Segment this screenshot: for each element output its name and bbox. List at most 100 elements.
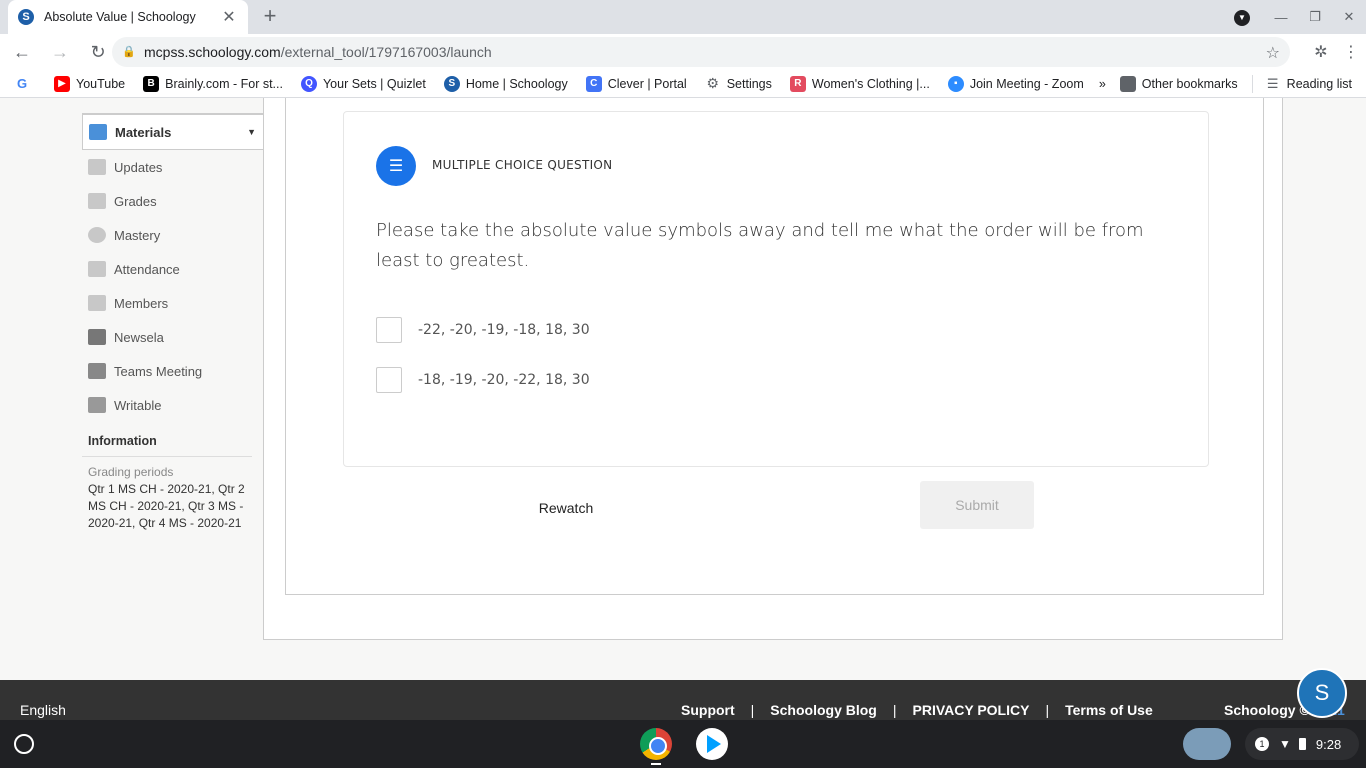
chrome-app-icon[interactable] bbox=[640, 728, 672, 760]
sidebar-item-updates[interactable]: Updates bbox=[82, 150, 264, 184]
os-shelf: 1 ▼ 9:28 bbox=[0, 720, 1366, 768]
extensions-icon[interactable]: ✲ bbox=[1306, 42, 1336, 62]
mastery-icon bbox=[88, 227, 106, 243]
schoology-chat-button[interactable]: S bbox=[1297, 668, 1347, 718]
google-icon: G bbox=[14, 75, 30, 92]
footer-link-privacy[interactable]: PRIVACY POLICY bbox=[913, 702, 1030, 718]
reading-list-icon: ☰ bbox=[1266, 76, 1279, 91]
schoology-icon: S bbox=[443, 75, 460, 92]
brainly-icon: B bbox=[143, 75, 160, 92]
notification-count: 1 bbox=[1255, 737, 1269, 751]
answer-option-2[interactable]: -18, -19, -20, -22, 18, 30 bbox=[376, 367, 590, 393]
answer-option-1[interactable]: -22, -20, -19, -18, 18, 30 bbox=[376, 317, 590, 343]
writable-icon bbox=[88, 397, 106, 413]
clock: 9:28 bbox=[1315, 736, 1342, 752]
language-selector[interactable]: English bbox=[20, 702, 66, 718]
updates-icon bbox=[88, 159, 106, 175]
sidebar-item-writable[interactable]: Writable bbox=[82, 388, 264, 422]
grading-periods-value: Qtr 1 MS CH - 2020-21, Qtr 2 MS CH - 202… bbox=[88, 482, 245, 530]
sidebar-item-teams-meeting[interactable]: Teams Meeting bbox=[82, 354, 264, 388]
double-chevron-icon: » bbox=[1098, 77, 1106, 91]
sidebar-item-grades[interactable]: Grades bbox=[82, 184, 264, 218]
close-window-button[interactable]: ✕ bbox=[1332, 9, 1366, 25]
sidebar-item-mastery[interactable]: Mastery bbox=[82, 218, 264, 252]
clothing-icon: R bbox=[789, 75, 806, 92]
battery-icon bbox=[1298, 738, 1306, 750]
bookmarks-bar: G ▶ YouTube B Brainly.com - For st... Q You… bbox=[0, 70, 1366, 98]
bookmarks-divider bbox=[1251, 75, 1253, 93]
sidebar-divider bbox=[82, 98, 264, 114]
zoom-icon: ▪ bbox=[947, 75, 964, 92]
members-icon bbox=[88, 295, 106, 311]
footer-link-terms[interactable]: Terms of Use bbox=[1065, 702, 1153, 718]
external-tool-frame: ☰ MULTIPLE CHOICE QUESTION Please take t… bbox=[285, 98, 1264, 595]
reload-button[interactable]: ↻ bbox=[82, 36, 114, 68]
grading-periods-label: Grading periods bbox=[88, 465, 174, 479]
more-bookmarks-button[interactable]: » bbox=[1099, 77, 1106, 91]
answer-checkbox-1[interactable] bbox=[376, 317, 402, 343]
minimize-button[interactable]: — bbox=[1264, 10, 1298, 25]
bookmark-settings[interactable]: ⚙ Settings bbox=[705, 75, 771, 92]
schoology-favicon-icon: S bbox=[18, 9, 34, 25]
browser-tab[interactable]: S Absolute Value | Schoology ✕ bbox=[8, 0, 248, 34]
browser-toolbar: ← → ↻ 🔒 mcpss.schoology.com/external_too… bbox=[0, 34, 1366, 70]
newsela-icon bbox=[88, 329, 106, 345]
back-button[interactable]: ← bbox=[6, 36, 38, 68]
course-sidebar: Materials ▼ Updates Grades Mastery Atten… bbox=[82, 98, 264, 532]
youtube-icon: ▶ bbox=[54, 75, 70, 92]
play-store-icon[interactable] bbox=[696, 728, 728, 760]
page-content: Materials ▼ Updates Grades Mastery Atten… bbox=[0, 98, 1366, 680]
bookmark-clever[interactable]: C Clever | Portal bbox=[585, 75, 687, 92]
url-path: /external_tool/1797167003/launch bbox=[280, 44, 492, 60]
new-tab-button[interactable]: + bbox=[258, 3, 282, 28]
content-frame: ☰ MULTIPLE CHOICE QUESTION Please take t… bbox=[263, 98, 1283, 640]
bookmark-google[interactable]: G bbox=[14, 75, 36, 92]
answer-label-1: -22, -20, -19, -18, 18, 30 bbox=[418, 322, 590, 338]
address-bar[interactable]: 🔒 mcpss.schoology.com/external_tool/1797… bbox=[112, 37, 1290, 67]
question-text: Please take the absolute value symbols a… bbox=[376, 220, 1144, 271]
rewatch-button[interactable]: Rewatch bbox=[516, 490, 616, 526]
caret-down-icon[interactable]: ▼ bbox=[247, 127, 256, 137]
status-tray[interactable]: 1 ▼ 9:28 bbox=[1245, 728, 1359, 760]
sidebar-item-newsela[interactable]: Newsela bbox=[82, 320, 264, 354]
reading-list-button[interactable]: ☰ Reading list bbox=[1265, 76, 1352, 92]
materials-icon bbox=[89, 124, 107, 140]
footer-link-blog[interactable]: Schoology Blog bbox=[770, 702, 877, 718]
window-controls: ▼ — ❐ ✕ bbox=[1230, 0, 1366, 34]
bookmark-schoology[interactable]: S Home | Schoology bbox=[443, 75, 568, 92]
answer-checkbox-2[interactable] bbox=[376, 367, 402, 393]
bookmark-brainly[interactable]: B Brainly.com - For st... bbox=[143, 75, 283, 92]
menu-kebab-icon[interactable]: ⋮ bbox=[1336, 42, 1366, 62]
sidebar-item-materials[interactable]: Materials ▼ bbox=[82, 114, 264, 150]
folder-icon bbox=[1119, 76, 1136, 92]
bookmark-zoom[interactable]: ▪ Join Meeting - Zoom bbox=[947, 75, 1084, 92]
sidebar-item-members[interactable]: Members bbox=[82, 286, 264, 320]
footer-separator: | bbox=[750, 702, 755, 718]
tab-title: Absolute Value | Schoology bbox=[44, 10, 196, 24]
running-indicator bbox=[651, 763, 661, 765]
forward-button[interactable]: → bbox=[44, 36, 76, 68]
restore-button[interactable]: ❐ bbox=[1298, 9, 1332, 25]
close-tab-icon[interactable]: ✕ bbox=[220, 7, 238, 27]
gear-icon: ⚙ bbox=[706, 75, 719, 91]
bookmark-youtube[interactable]: ▶ YouTube bbox=[54, 75, 125, 92]
clever-icon: C bbox=[585, 75, 602, 92]
chevron-down-icon: ▼ bbox=[1234, 9, 1250, 26]
footer-link-support[interactable]: Support bbox=[681, 702, 735, 718]
launcher-icon[interactable] bbox=[14, 734, 34, 754]
submit-button[interactable]: Submit bbox=[920, 481, 1034, 529]
sidebar-item-attendance[interactable]: Attendance bbox=[82, 252, 264, 286]
information-heading: Information bbox=[82, 434, 252, 457]
bookmark-quizlet[interactable]: Q Your Sets | Quizlet bbox=[300, 75, 426, 92]
footer-links: Support | Schoology Blog | PRIVACY POLIC… bbox=[681, 702, 1153, 718]
lock-icon[interactable]: 🔒 bbox=[122, 45, 136, 59]
attendance-icon bbox=[88, 261, 106, 277]
bookmark-other[interactable]: Other bookmarks bbox=[1119, 76, 1238, 92]
bookmark-star-icon[interactable]: ☆ bbox=[1266, 43, 1280, 63]
holding-space-thumbnail[interactable] bbox=[1183, 728, 1231, 760]
bookmark-clothing[interactable]: R Women's Clothing |... bbox=[789, 75, 930, 92]
quizlet-icon: Q bbox=[300, 75, 317, 92]
answer-label-2: -18, -19, -20, -22, 18, 30 bbox=[418, 372, 590, 388]
tab-search-button[interactable]: ▼ bbox=[1230, 8, 1264, 26]
footer-separator: | bbox=[892, 702, 897, 718]
